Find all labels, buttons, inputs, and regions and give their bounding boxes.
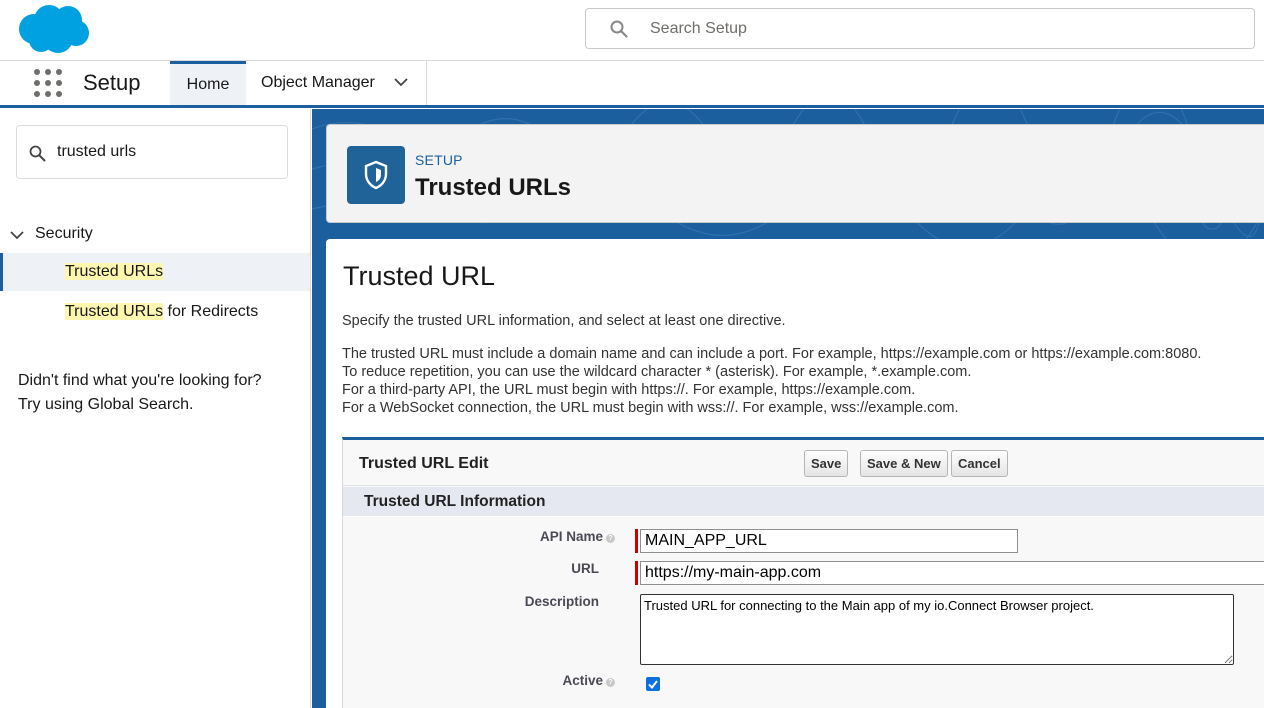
- sidebar-help-text: Didn't find what you're looking for? Try…: [18, 369, 298, 417]
- cancel-button[interactable]: Cancel: [951, 450, 1008, 477]
- rules-text: The trusted URL must include a domain na…: [342, 345, 1264, 417]
- description-label: Description: [329, 594, 599, 609]
- page-header: SETUP Trusted URLs: [326, 124, 1264, 223]
- search-icon: [610, 20, 628, 38]
- url-input[interactable]: [640, 561, 1264, 585]
- url-label: URL: [329, 561, 599, 576]
- chevron-down-icon[interactable]: [10, 230, 24, 240]
- url-label-text: URL: [571, 561, 599, 576]
- tree-node-label: Security: [35, 225, 93, 242]
- shield-icon: [364, 160, 388, 190]
- tab-home-label: Home: [186, 76, 230, 93]
- page-header-eyebrow: SETUP: [415, 152, 463, 168]
- description-label-text: Description: [524, 594, 599, 609]
- tab-object-manager[interactable]: Object Manager: [246, 61, 427, 105]
- sidebar-item-label-rest: for Redirects: [163, 303, 259, 320]
- setup-sidebar: Security Trusted URLs Trusted URLs for R…: [0, 109, 311, 708]
- help-icon[interactable]: ?: [606, 678, 615, 687]
- save-and-new-button[interactable]: Save & New: [860, 450, 948, 477]
- sidebar-item-label: Trusted URLs: [65, 263, 164, 281]
- page-title: Trusted URLs: [415, 174, 572, 201]
- quick-find-input[interactable]: [57, 140, 277, 164]
- rule-line: For a WebSocket connection, the URL must…: [342, 400, 959, 416]
- description-textarea[interactable]: Trusted URL for connecting to the Main a…: [640, 594, 1234, 665]
- api-name-label-text: API Name: [539, 529, 603, 544]
- content-title: Trusted URL: [343, 261, 496, 291]
- context-bar: Setup Home Object Manager: [0, 61, 1264, 108]
- section-header: Trusted URL Information: [343, 487, 1264, 517]
- edit-block-title: Trusted URL Edit: [359, 455, 489, 472]
- intro-text: Specify the trusted URL information, and…: [342, 313, 786, 329]
- tab-object-manager-label: Object Manager: [261, 74, 375, 91]
- active-checkbox[interactable]: [646, 677, 660, 691]
- search-match-highlight: Trusted URLs: [65, 303, 164, 320]
- api-name-input[interactable]: [640, 529, 1018, 553]
- required-indicator: [635, 561, 638, 585]
- sidebar-help-line-2: Try using Global Search.: [18, 396, 194, 413]
- global-header: [0, 0, 1264, 61]
- search-icon: [29, 145, 46, 162]
- sidebar-item-trusted-urls[interactable]: Trusted URLs: [0, 253, 310, 291]
- trusted-urls-icon: [347, 146, 405, 204]
- rule-line: The trusted URL must include a domain na…: [342, 346, 1202, 362]
- required-indicator: [635, 529, 638, 553]
- sidebar-item-trusted-urls-for-redirects[interactable]: Trusted URLs for Redirects: [0, 293, 310, 331]
- sidebar-help-line-1: Didn't find what you're looking for?: [18, 372, 262, 389]
- section-title: Trusted URL Information: [364, 493, 546, 510]
- api-name-label: API Name?: [345, 529, 615, 544]
- active-label-text: Active: [562, 673, 603, 688]
- tree-node-security[interactable]: Security: [0, 221, 310, 249]
- trusted-url-edit-block: Trusted URL Edit Save Save & New Cancel …: [342, 437, 1264, 708]
- app-launcher-icon[interactable]: [33, 68, 63, 98]
- content-panel: Trusted URL Specify the trusted URL info…: [326, 239, 1264, 708]
- global-search-box[interactable]: [585, 8, 1255, 49]
- chevron-down-icon[interactable]: [394, 77, 408, 87]
- global-search-input[interactable]: [650, 15, 1230, 43]
- rule-line: For a third-party API, the URL must begi…: [342, 382, 916, 398]
- rule-line: To reduce repetition, you can use the wi…: [342, 364, 972, 380]
- quick-find-box[interactable]: [16, 125, 288, 179]
- sidebar-item-label: Trusted URLs for Redirects: [65, 303, 258, 321]
- checkmark-icon: [648, 680, 658, 690]
- tab-home[interactable]: Home: [170, 61, 246, 105]
- salesforce-logo-icon[interactable]: [16, 3, 92, 55]
- help-icon[interactable]: ?: [606, 534, 615, 543]
- active-label: Active?: [345, 673, 615, 688]
- save-button[interactable]: Save: [804, 450, 849, 477]
- app-name: Setup: [83, 70, 141, 95]
- search-match-highlight: Trusted URLs: [65, 263, 164, 280]
- edit-block-header: Trusted URL Edit Save Save & New Cancel: [343, 440, 1264, 486]
